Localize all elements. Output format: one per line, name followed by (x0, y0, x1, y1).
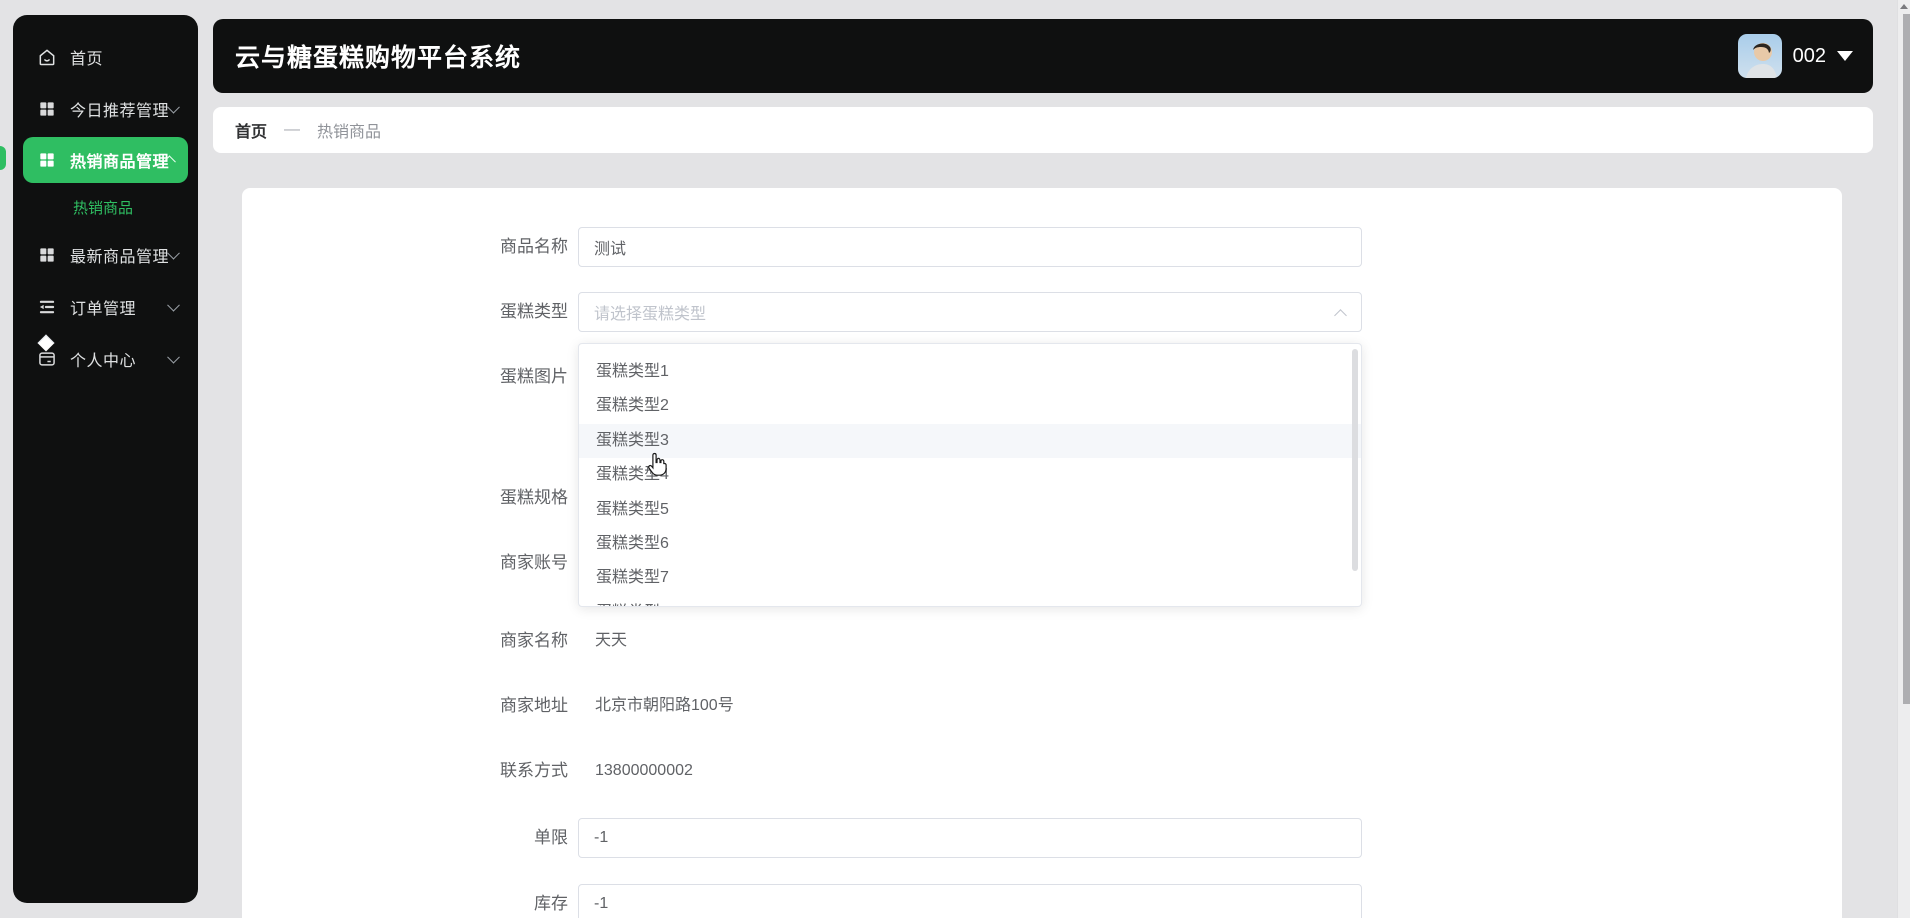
field-label-contact: 联系方式 (500, 761, 568, 780)
page-title: 云与糖蛋糕购物平台系统 (235, 44, 522, 72)
sidebar-item-home[interactable]: 首页 (13, 31, 198, 83)
chevron-down-icon (167, 298, 180, 312)
sidebar-item-label: 今日推荐管理 (70, 103, 170, 120)
sidebar-item-label: 订单管理 (70, 301, 137, 318)
field-label-merchant-address: 商家地址 (500, 696, 568, 715)
dropdown-option[interactable]: 蛋糕类型1 (579, 355, 1361, 389)
product-name-input[interactable] (578, 227, 1362, 267)
field-label-cake-spec: 蛋糕规格 (500, 488, 568, 507)
order-list-icon (39, 300, 55, 314)
dropdown-option[interactable]: 蛋糕类型8 (579, 596, 1361, 606)
dropdown-option[interactable]: 蛋糕类型7 (579, 561, 1361, 595)
breadcrumb: 首页 — 热销商品 (213, 107, 1873, 153)
sidebar-item-order-manage[interactable]: 订单管理 (13, 281, 198, 333)
mouse-cursor-icon (648, 452, 667, 476)
merchant-name-value: 天天 (595, 632, 628, 649)
sidebar-item-today-recommend[interactable]: 今日推荐管理 (13, 83, 198, 135)
sidebar-subitem-label: 热销商品 (73, 199, 134, 217)
contact-value: 13800000002 (595, 762, 693, 779)
scroll-up-arrow-icon (1900, 4, 1908, 9)
page-scrollbar[interactable] (1897, 0, 1910, 918)
dropdown-option[interactable]: 蛋糕类型2 (579, 389, 1361, 423)
top-header-bar: 云与糖蛋糕购物平台系统 002 (213, 19, 1873, 93)
order-limit-input[interactable] (578, 818, 1362, 858)
breadcrumb-home[interactable]: 首页 (235, 118, 267, 142)
field-label-product-name: 商品名称 (500, 237, 568, 256)
grid-icon (40, 248, 54, 262)
stock-input[interactable] (578, 884, 1362, 918)
field-label-stock: 库存 (534, 894, 568, 913)
chevron-down-icon (167, 100, 180, 114)
cake-type-placeholder: 请选择蛋糕类型 (594, 306, 707, 323)
avatar[interactable] (1737, 34, 1782, 78)
chevron-up-icon (1334, 309, 1347, 322)
sidebar: 首页 今日推荐管理 热销商品管理 热销商品 最新商品管理 订单管理 个人中心 (13, 15, 198, 903)
field-label-cake-image: 蛋糕图片 (500, 367, 568, 386)
sidebar-item-new-products-manage[interactable]: 最新商品管理 (13, 229, 198, 281)
dropdown-scrollbar[interactable] (1352, 349, 1358, 571)
dropdown-option[interactable]: 蛋糕类型5 (579, 493, 1361, 527)
sidebar-item-label: 首页 (70, 51, 104, 68)
page-scrollbar-thumb[interactable] (1903, 14, 1910, 704)
grid-icon (40, 153, 54, 167)
sidebar-item-label: 最新商品管理 (70, 249, 170, 266)
dropdown-option-hovered[interactable]: 蛋糕类型3 (579, 423, 1361, 459)
cake-type-dropdown: 蛋糕类型1 蛋糕类型2 蛋糕类型3 蛋糕类型4 蛋糕类型5 蛋糕类型6 蛋糕类型… (578, 343, 1362, 607)
field-label-merchant-account: 商家账号 (500, 553, 568, 572)
field-label-cake-type: 蛋糕类型 (500, 302, 568, 321)
breadcrumb-current: 热销商品 (317, 124, 382, 141)
bank-card-icon (39, 352, 55, 366)
user-menu[interactable]: 002 (1737, 34, 1873, 78)
caret-down-icon (1837, 51, 1853, 61)
cake-type-select[interactable]: 请选择蛋糕类型 (578, 292, 1362, 332)
sidebar-subitem-hot-products[interactable]: 热销商品 (13, 185, 198, 229)
sidebar-edge-handle[interactable] (0, 146, 6, 170)
dropdown-option[interactable]: 蛋糕类型4 (579, 458, 1361, 492)
sidebar-item-label: 热销商品管理 (70, 154, 170, 171)
sidebar-item-hot-products-manage[interactable]: 热销商品管理 (23, 137, 188, 183)
field-label-order-limit: 单限 (534, 828, 568, 847)
dropdown-option[interactable]: 蛋糕类型6 (579, 527, 1361, 561)
merchant-address-value: 北京市朝阳路100号 (595, 697, 734, 714)
grid-icon (40, 102, 54, 116)
chevron-down-icon (167, 350, 180, 364)
field-label-merchant-name: 商家名称 (500, 631, 568, 650)
breadcrumb-separator: — (284, 121, 301, 138)
user-name: 002 (1792, 44, 1826, 67)
home-icon (39, 49, 55, 66)
sidebar-item-label: 个人中心 (70, 353, 137, 370)
chevron-down-icon (167, 246, 180, 260)
